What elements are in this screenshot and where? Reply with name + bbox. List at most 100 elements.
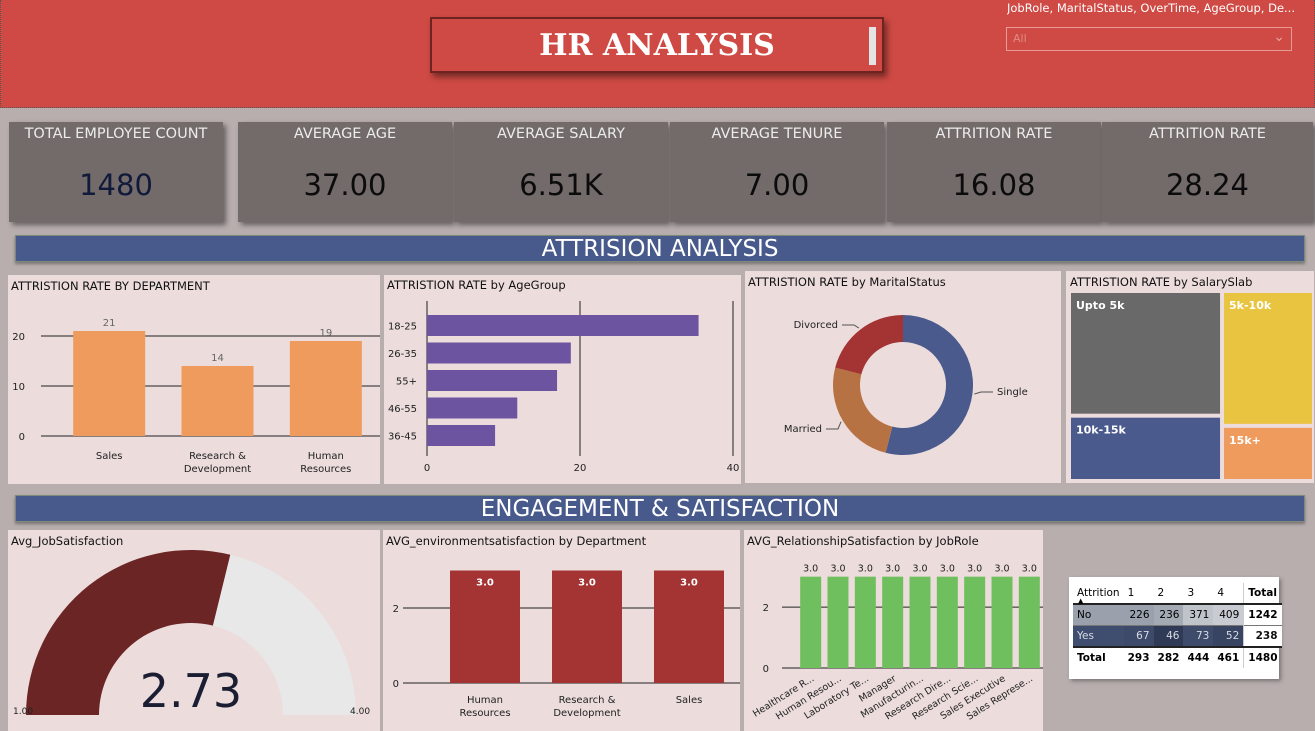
chart-avg-job-satisfaction[interactable]: Avg_JobSatisfaction 2.73 1.00 4.00 <box>8 530 380 731</box>
data-label: 3.0 <box>994 564 1009 575</box>
kpi-card-average-age[interactable]: AVERAGE AGE 37.00 <box>238 122 452 222</box>
kpi-value: 28.24 <box>1165 168 1250 202</box>
kpi-value: 1480 <box>79 168 153 202</box>
table-cell: 1480 <box>1243 647 1282 668</box>
sort-ascending-icon[interactable]: ▲ <box>1078 597 1083 605</box>
kpi-card-average-tenure[interactable]: AVERAGE TENURE 7.00 <box>670 122 884 222</box>
relationship-satisfaction-plot: 023.0Healthcare R...3.0Human Resou...3.0… <box>751 564 1043 723</box>
chart-attrition-by-department[interactable]: ATTRISTION RATE BY DEPARTMENT 0 10 20 21 Sal… <box>8 275 380 484</box>
table-header-cell[interactable]: 3 <box>1183 583 1213 604</box>
chart-attrition-by-salaryslab[interactable]: ATTRISTION RATE by SalarySlab Upto 5k 10k… <box>1066 271 1314 483</box>
bar <box>854 576 876 668</box>
x-tick-label: Human <box>467 695 503 706</box>
x-tick-label: Development <box>184 464 251 475</box>
table-cell: 46 <box>1153 625 1184 647</box>
chart-avg-relationship-satisfaction[interactable]: AVG_RelationshipSatisfaction by JobRole … <box>744 530 1043 731</box>
bar <box>827 576 849 668</box>
table-header-cell[interactable]: Total <box>1243 583 1282 604</box>
bar <box>991 576 1013 668</box>
data-label: 21 <box>103 318 116 329</box>
table-cell: Yes <box>1077 630 1094 642</box>
kpi-label: AVERAGE AGE <box>293 126 397 142</box>
section-banner-attrition: ATTRISION ANALYSIS <box>15 235 1305 262</box>
y-tick-label: 20 <box>12 332 25 343</box>
kpi-value: 6.51K <box>519 168 603 202</box>
table-cell: 52 <box>1213 625 1244 647</box>
table-header-cell[interactable]: 4 <box>1213 583 1243 604</box>
table-total-row: Total 293 282 444 461 1480 <box>1073 647 1282 668</box>
table-cell: 444 <box>1187 652 1210 664</box>
leader-line <box>974 391 993 395</box>
data-label: 3.0 <box>885 564 900 575</box>
tile-label: 10k-15k <box>1076 424 1126 437</box>
table-header-row: Attrition ▲ 1 2 3 4 Total <box>1073 583 1282 605</box>
attrition-matrix-table[interactable]: Attrition ▲ 1 2 3 4 Total No 226 236 371 … <box>1069 577 1282 679</box>
slicer-title: JobRole, MaritalStatus, OverTime, AgeGro… <box>1007 1 1295 15</box>
table-header-cell[interactable]: Attrition ▲ <box>1073 583 1124 605</box>
section-banner-engagement: ENGAGEMENT & SATISFACTION <box>15 495 1305 522</box>
x-tick-label: Human <box>308 451 344 462</box>
table-row: No 226 236 371 409 1242 <box>1073 604 1282 626</box>
gauge-min-label: 1.00 <box>13 707 33 717</box>
data-label: 3.0 <box>803 564 818 575</box>
treemap-tile <box>1224 293 1312 424</box>
bar <box>964 576 986 668</box>
x-tick-label: Resources <box>300 464 351 475</box>
bar <box>427 342 571 364</box>
donut-slice <box>835 315 903 375</box>
chevron-down-icon[interactable]: ⌄ <box>1273 29 1285 45</box>
bar <box>882 576 904 668</box>
kpi-label: AVERAGE SALARY <box>497 126 625 142</box>
job-satisfaction-gauge: 2.73 1.00 4.00 <box>13 550 370 718</box>
data-label: 3.0 <box>578 578 596 589</box>
table-cell: 67 <box>1123 625 1154 647</box>
tile-label: Upto 5k <box>1076 299 1125 312</box>
x-tick-label: 0 <box>424 463 430 474</box>
table-header-cell[interactable]: 2 <box>1154 583 1184 604</box>
x-tick-label: Research & <box>189 451 246 462</box>
table-cell: 371 <box>1183 604 1214 626</box>
page-title: HR ANALYSIS <box>539 27 775 63</box>
chart-avg-environment-satisfaction[interactable]: AVG_environmentsatisfaction by Departmen… <box>383 530 740 731</box>
attrition-salaryslab-plot: Upto 5k 10k-15k 5k-10k 15k+ <box>1071 293 1312 479</box>
kpi-value: 16.08 <box>952 168 1036 202</box>
chart-attrition-by-maritalstatus[interactable]: ATTRISTION RATE by MaritalStatus Single M… <box>745 271 1061 483</box>
data-label: 3.0 <box>858 564 873 575</box>
gauge-max-label: 4.00 <box>350 707 370 717</box>
bar <box>936 576 958 668</box>
y-tick-label: 55+ <box>396 377 417 388</box>
kpi-card-total-employee-count[interactable]: TOTAL EMPLOYEE COUNT 1480 <box>9 122 223 222</box>
data-label: 3.0 <box>967 564 982 575</box>
bar <box>427 370 558 391</box>
title-box: HR ANALYSIS <box>430 17 884 73</box>
kpi-card-attrition-rate[interactable]: ATTRITION RATE 16.08 <box>887 122 1101 222</box>
kpi-card-average-salary[interactable]: AVERAGE SALARY 6.51K <box>454 122 668 222</box>
table-cell: 293 <box>1127 652 1150 664</box>
bar <box>909 576 931 668</box>
filter-dropdown[interactable]: All ⌄ <box>1006 27 1292 51</box>
table-cell: 461 <box>1217 652 1240 664</box>
table-header-cell[interactable]: 1 <box>1124 583 1154 604</box>
bar <box>1018 576 1040 668</box>
table-cell: 238 <box>1243 625 1282 647</box>
y-tick-label: 2 <box>763 603 769 614</box>
x-tick-label: Resources <box>459 708 510 719</box>
filter-dropdown-value: All <box>1013 32 1027 45</box>
kpi-label: TOTAL EMPLOYEE COUNT <box>24 126 208 142</box>
table-cell: 226 <box>1123 604 1154 626</box>
data-label: 14 <box>211 353 224 364</box>
chart-attrition-by-agegroup[interactable]: ATTRISTION RATE by AgeGroup 0 20 40 18-25 26… <box>384 275 741 484</box>
table-row: Yes 67 46 73 52 238 <box>1073 625 1282 647</box>
y-tick-label: 18-25 <box>388 322 417 333</box>
tile-label: 15k+ <box>1229 434 1261 447</box>
leader-line <box>842 324 860 329</box>
title-scrollbar[interactable] <box>869 27 876 65</box>
data-label: 3.0 <box>1022 564 1037 575</box>
kpi-card-attrition-rate-2[interactable]: ATTRITION RATE 28.24 <box>1102 122 1313 222</box>
section-title: ENGAGEMENT & SATISFACTION <box>480 496 840 522</box>
table-cell: Total <box>1077 652 1106 664</box>
data-label: 3.0 <box>830 564 845 575</box>
table-cell: 1242 <box>1243 604 1282 626</box>
data-label: 3.0 <box>940 564 955 575</box>
table-cell: No <box>1077 609 1092 621</box>
